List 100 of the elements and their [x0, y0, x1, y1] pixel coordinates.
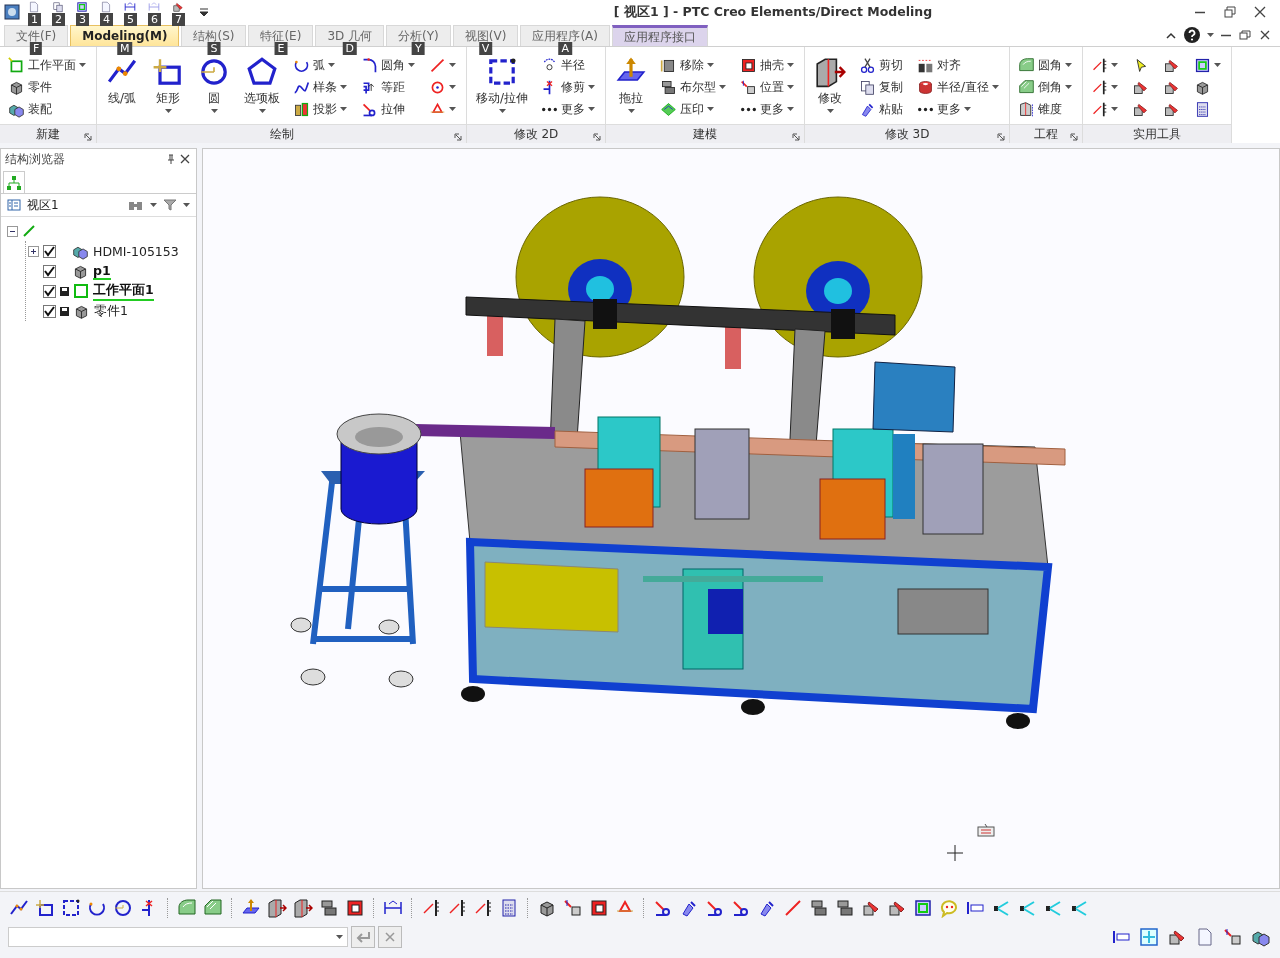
filter-icon[interactable]: [163, 199, 177, 211]
ribbon-button[interactable]: 粘贴: [857, 98, 908, 120]
hierarchy-icon: [6, 174, 22, 191]
ribbon-button[interactable]: 更多: [738, 98, 799, 120]
checkbox[interactable]: [43, 264, 56, 278]
tree-item-label[interactable]: 工作平面1: [93, 281, 154, 301]
line-icon: [22, 224, 36, 238]
check-icon: [44, 305, 55, 317]
caret-icon: [449, 62, 456, 68]
ribbon-button[interactable]: 弧: [291, 54, 351, 76]
ribbon-button[interactable]: 移动/拉伸: [473, 54, 532, 124]
caret-icon: [588, 106, 596, 112]
ribbon-button[interactable]: 修剪: [539, 76, 600, 98]
ribbon-button[interactable]: 修改: [811, 54, 850, 124]
ribbon-tab[interactable]: 应用程序接口: [611, 25, 708, 46]
page-icon: [1195, 927, 1215, 947]
stretch-icon: [705, 898, 725, 918]
ribbon-button[interactable]: 复制: [857, 76, 908, 98]
measure-icon: [421, 898, 441, 918]
ribbon-button[interactable]: 压印: [658, 98, 731, 120]
toolbar-button[interactable]: [292, 897, 314, 919]
command-input[interactable]: [8, 927, 348, 947]
rectangle-icon: [152, 56, 184, 88]
toolbar-button[interactable]: [588, 897, 610, 919]
ribbon-button[interactable]: 装配: [6, 98, 90, 120]
keytip: A: [558, 42, 572, 55]
ribbon-button[interactable]: 圆: [195, 54, 233, 124]
structure-tab[interactable]: [3, 171, 25, 193]
tree-item-label[interactable]: 零件1: [94, 302, 128, 320]
toolbar-button[interactable]: [344, 897, 366, 919]
launcher-icon: [792, 133, 801, 141]
caret-icon: [787, 106, 795, 112]
keytip: M: [117, 42, 133, 55]
square-icon: [73, 283, 89, 299]
ribbon-button[interactable]: 移除: [658, 54, 731, 76]
toolbar-button[interactable]: [912, 897, 934, 919]
dimension-icon: [124, 1, 136, 13]
tree-item-label[interactable]: HDMI-105153: [93, 243, 179, 259]
keytip: 3: [76, 13, 89, 26]
boolean-icon: [809, 898, 829, 918]
caret-icon: [1065, 62, 1073, 68]
minimize-icon[interactable]: [1220, 33, 1232, 37]
projection-icon: [293, 100, 310, 118]
line-icon: [429, 56, 446, 74]
ribbon-button[interactable]: 倒角: [1016, 76, 1077, 98]
ribbon-button[interactable]: 位置: [738, 76, 799, 98]
measure-icon: [447, 898, 467, 918]
quick-access-button[interactable]: [50, 1, 66, 13]
ribbon-button[interactable]: 矩形: [149, 54, 187, 124]
customize-icon[interactable]: [200, 7, 208, 17]
toolbar-button[interactable]: [266, 897, 288, 919]
ribbon-button[interactable]: 对齐: [915, 54, 1004, 76]
checkbox[interactable]: [43, 284, 56, 298]
toolbar-button[interactable]: [834, 897, 856, 919]
quick-access-button[interactable]: [122, 1, 138, 13]
ribbon-button[interactable]: 剪切: [857, 54, 908, 76]
checkbox[interactable]: [43, 304, 56, 318]
ribbon-button[interactable]: 更多: [539, 98, 600, 120]
group-label: 建模: [693, 125, 718, 143]
caret-icon: [964, 106, 972, 112]
help-icon[interactable]: [1183, 26, 1201, 44]
rectangle-icon: [35, 898, 55, 918]
ribbon-button[interactable]: 圆角: [1016, 54, 1077, 76]
ribbon-button[interactable]: 零件: [6, 76, 90, 98]
ribbon-button[interactable]: 圆角: [359, 54, 419, 76]
ribbon-button[interactable]: 投影: [291, 98, 351, 120]
ribbon-button[interactable]: 拖拉: [612, 54, 651, 124]
collapse-ribbon-icon[interactable]: [1165, 30, 1177, 40]
expand-toggle[interactable]: [28, 245, 39, 257]
caret-icon: [787, 62, 795, 68]
toolbar-button[interactable]: [318, 897, 340, 919]
toolbar-button[interactable]: [34, 897, 56, 919]
toolbar-button[interactable]: [112, 897, 134, 919]
toolbar-button[interactable]: [60, 897, 82, 919]
plane-icon: [8, 56, 25, 74]
launcher-icon: [454, 133, 462, 141]
ribbon-button[interactable]: 样条: [291, 76, 351, 98]
minimize-icon: [1194, 10, 1206, 14]
restore-icon[interactable]: [1238, 29, 1252, 41]
app-icon[interactable]: [4, 4, 20, 20]
close-icon[interactable]: [1258, 29, 1272, 41]
ribbon-button[interactable]: 更多: [915, 98, 1004, 120]
ribbon-button[interactable]: 半径/直径: [915, 76, 1004, 98]
ribbon-button[interactable]: 半径: [539, 54, 600, 76]
ribbon-button[interactable]: 选项板: [241, 54, 283, 124]
toolbar-button[interactable]: [808, 897, 830, 919]
expand-toggle[interactable]: [7, 225, 18, 237]
ribbon-button[interactable]: 等距: [359, 76, 419, 98]
blend-icon: [177, 898, 197, 918]
quick-access-button[interactable]: [74, 1, 90, 13]
taper-icon: [1018, 100, 1036, 118]
tree-item-label[interactable]: p1: [93, 262, 111, 280]
ribbon-button[interactable]: 抽壳: [738, 54, 799, 76]
ribbon-button[interactable]: 拉伸: [359, 98, 419, 120]
binoculars-icon[interactable]: [128, 199, 144, 211]
ribbon-button[interactable]: 锥度: [1016, 98, 1077, 120]
ribbon-button[interactable]: 布尔型: [658, 76, 731, 98]
ribbon-button[interactable]: 工作平面: [6, 54, 90, 76]
ribbon-button[interactable]: 线/弧: [103, 54, 141, 124]
checkbox[interactable]: [43, 244, 56, 258]
